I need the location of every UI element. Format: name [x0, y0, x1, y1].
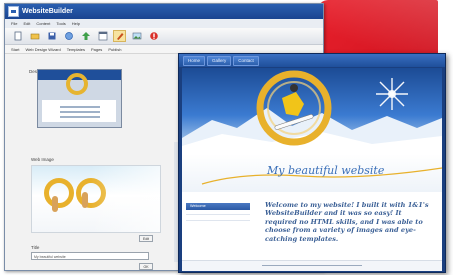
images-icon[interactable] — [130, 30, 143, 42]
publish-icon[interactable] — [79, 30, 92, 42]
tab-pages[interactable]: Pages — [91, 47, 102, 52]
layout-icon[interactable] — [96, 30, 109, 42]
choose-image-button[interactable]: Edit — [139, 235, 153, 242]
builder-titlebar: WebsiteBuilder — [5, 4, 323, 19]
title-input[interactable]: My beautiful website — [31, 252, 149, 260]
builder-title: WebsiteBuilder — [22, 8, 73, 15]
menu-item-edit[interactable]: Edit — [23, 21, 30, 26]
sidebar-divider — [186, 214, 250, 215]
open-icon[interactable] — [28, 30, 41, 42]
welcome-text: Welcome to my website! I built it with 1… — [265, 201, 429, 243]
nav-tab-gallery[interactable]: Gallery — [207, 55, 232, 66]
tab-web-design-wizard[interactable]: Web Design Wizard — [25, 47, 60, 52]
nav-tab-contact[interactable]: Contact — [233, 55, 259, 66]
title-band: My beautiful website — [182, 154, 442, 192]
apply-button[interactable]: OK — [139, 263, 153, 270]
preview-nav: Home Gallery Contact — [179, 54, 445, 67]
menu-bar: File Edit Content Tools Help — [5, 19, 323, 28]
design-thumbnail[interactable] — [37, 69, 122, 128]
design-panel: Design Web Image Edit Title My beautiful… — [29, 60, 169, 270]
menu-item-file[interactable]: File — [11, 21, 17, 26]
menu-item-help[interactable]: Help — [72, 21, 80, 26]
new-icon[interactable] — [11, 30, 24, 42]
hero-banner — [182, 68, 442, 154]
tab-publish[interactable]: Publish — [108, 47, 121, 52]
tab-start[interactable]: Start — [11, 47, 19, 52]
nav-tab-home[interactable]: Home — [183, 55, 206, 66]
preview-icon[interactable] — [62, 30, 75, 42]
menu-item-content[interactable]: Content — [36, 21, 50, 26]
sidebar-item-welcome[interactable]: Welcome — [186, 203, 250, 210]
menu-item-tools[interactable]: Tools — [56, 21, 65, 26]
main-toolbar — [5, 28, 323, 45]
preview-footer — [182, 260, 442, 271]
content-area: Welcome Welcome to my website! I built i… — [182, 192, 442, 260]
preview-window: Home Gallery Contact My beautiful websit… — [178, 53, 446, 273]
images-label: Web Image — [31, 157, 54, 162]
sidebar-divider — [186, 220, 250, 221]
app-icon — [8, 6, 19, 17]
design-icon[interactable] — [113, 30, 126, 42]
save-icon[interactable] — [45, 30, 58, 42]
image-preview[interactable] — [31, 165, 161, 233]
hero-image — [182, 70, 442, 154]
tab-templates[interactable]: Templates — [67, 47, 85, 52]
help-icon[interactable] — [147, 30, 160, 42]
site-title: My beautiful website — [267, 164, 385, 177]
title-field-label: Title — [31, 245, 40, 250]
